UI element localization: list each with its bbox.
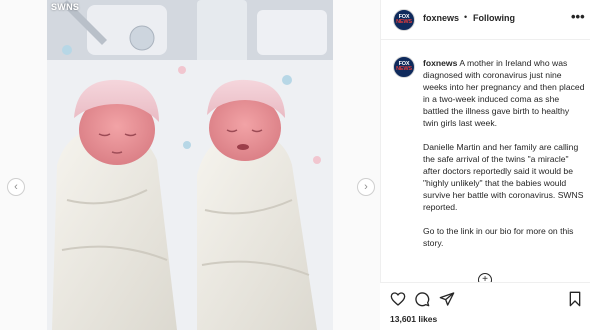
chevron-right-icon: › [364, 180, 368, 193]
heart-icon [390, 292, 406, 306]
previous-post-button[interactable]: ‹ [7, 178, 25, 196]
likes-count[interactable]: 13,601 likes [390, 314, 437, 324]
more-options-icon[interactable]: ••• [571, 9, 585, 24]
comment-button[interactable] [414, 291, 430, 307]
caption-username-link[interactable]: foxnews [423, 58, 457, 68]
like-button[interactable] [390, 291, 406, 307]
following-button[interactable]: Following [473, 13, 515, 23]
share-icon [439, 292, 455, 306]
caption-text: foxnews A mother in Ireland who was diag… [423, 57, 585, 261]
caption-avatar[interactable]: FOX NEWS [393, 56, 415, 78]
photo-watermark: SWNS [51, 2, 80, 12]
avatar[interactable]: FOX NEWS [393, 9, 415, 31]
twin-babies-image [47, 0, 333, 330]
post-actions-bar: 13,601 likes [380, 282, 590, 330]
fox-news-logo: FOX NEWS [396, 14, 412, 25]
bookmark-icon [569, 291, 581, 307]
share-button[interactable] [439, 291, 455, 307]
post-photo[interactable]: SWNS [47, 0, 333, 330]
header-username-link[interactable]: foxnews [423, 13, 459, 23]
save-button[interactable] [567, 291, 583, 307]
caption-paragraph-3: Go to the link in our bio for more on th… [423, 226, 574, 248]
fox-news-logo: FOX NEWS [396, 61, 412, 72]
caption-paragraph-2: Danielle Martin and her family are calli… [423, 142, 584, 212]
comment-icon [415, 292, 430, 307]
chevron-left-icon: ‹ [14, 180, 18, 193]
post-header: FOX NEWS foxnews • Following ••• [381, 0, 590, 40]
separator-dot: • [464, 12, 468, 22]
next-image-button[interactable]: › [357, 178, 375, 196]
caption-paragraph-1: A mother in Ireland who was diagnosed wi… [423, 58, 585, 128]
